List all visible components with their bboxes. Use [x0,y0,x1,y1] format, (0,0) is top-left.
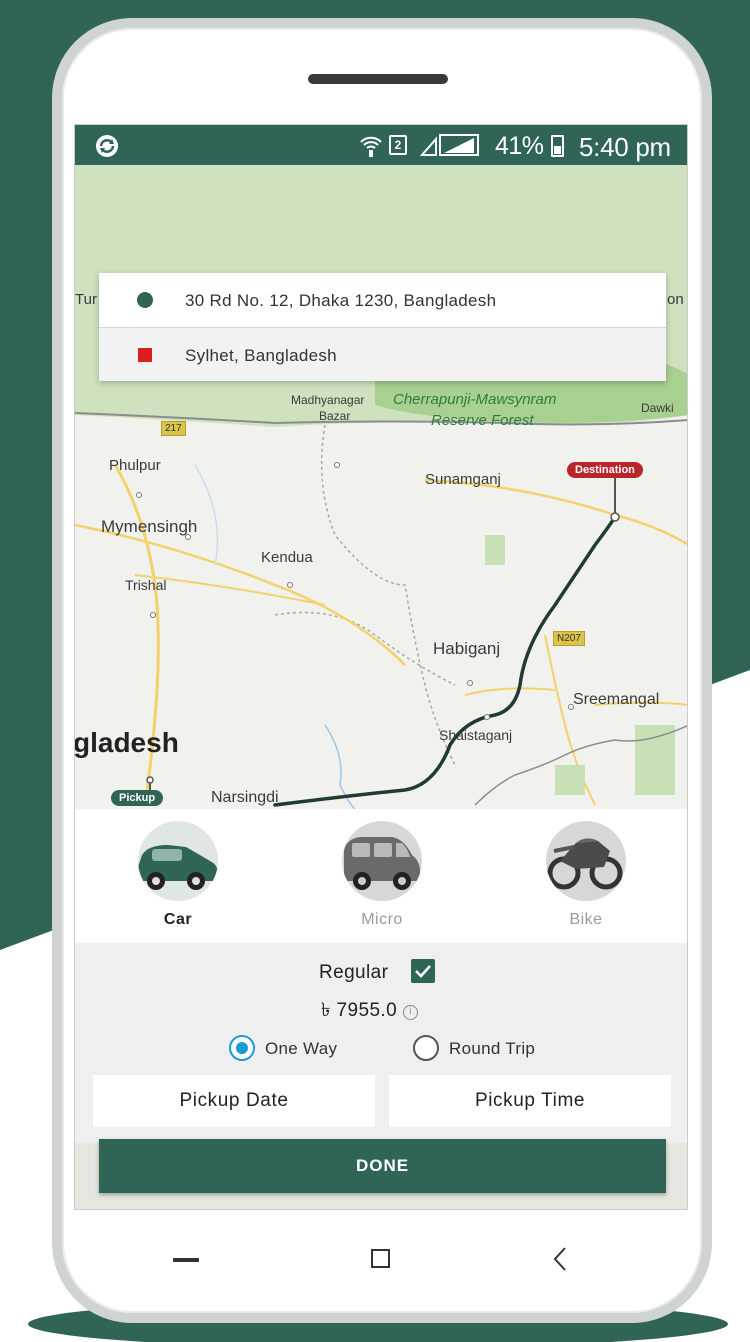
pickup-time-button[interactable]: Pickup Time [389,1075,671,1127]
map-label-bazar: Bazar [319,409,351,423]
map-label-on: on [667,291,684,308]
checkmark-icon [415,965,431,978]
destination-address-row[interactable]: Sylhet, Bangladesh [99,327,666,381]
car-icon [138,821,218,901]
map-label-mymensingh: Mymensingh [101,517,198,536]
fare-amount: ৳ 7955.0 [321,1000,398,1021]
phone-speaker [308,74,448,84]
map-label-narsingdi: Narsingdi [211,789,279,806]
sim-indicator: 2 [389,135,407,155]
vehicle-label-car: Car [163,911,193,928]
vehicle-label-micro: Micro [361,911,403,928]
destination-pin[interactable]: Destination [567,462,643,478]
nav-chevron-left-icon[interactable] [550,1246,570,1272]
vehicle-option-micro[interactable]: Micro [337,821,427,929]
wifi-icon [360,136,382,157]
status-bar: 2 41% 5:40 pm [75,125,687,165]
one-way-label: One Way [265,1039,338,1058]
nav-home-button[interactable] [371,1249,390,1268]
motorbike-icon [546,821,626,901]
map-label-tur: Tur [75,291,97,308]
route-map[interactable]: Tur on Madhyanagar Bazar Cherrapunji-Maw… [75,165,687,809]
info-icon[interactable]: i [403,1005,419,1020]
map-label-dawki: Dawki [641,401,674,415]
map-label-trishal: Trishal [125,577,167,593]
address-card: 30 Rd No. 12, Dhaka 1230, Bangladesh Syl… [99,273,666,381]
destination-address: Sylhet, Bangladesh [185,346,337,365]
vehicle-option-car[interactable]: Car [133,821,223,929]
app-screen: 2 41% 5:40 pm Tur on Madhyanagar Bazar C… [74,124,688,1210]
minivan-icon [342,821,422,901]
origin-address: 30 Rd No. 12, Dhaka 1230, Bangladesh [185,291,497,310]
round-trip-radio[interactable] [413,1035,439,1061]
map-label-country: gladesh [75,727,179,758]
regular-checkbox[interactable] [411,959,435,983]
pickup-pin[interactable]: Pickup [111,790,164,806]
one-way-radio[interactable] [229,1035,255,1061]
booking-options-panel: Regular ৳ 7955.0 i One Way Round Trip Pic… [75,943,687,1143]
map-label-kendua: Kendua [261,549,313,566]
road-shield-n207: N207 [553,631,585,646]
map-label-sunamganj: Sunamganj [425,471,501,488]
battery-icon [551,135,564,157]
signal-icon [420,134,479,156]
map-label-madhyanagar: Madhyanagar [291,393,365,407]
nav-back-button[interactable] [173,1258,199,1262]
regular-label: Regular [319,962,389,983]
done-button[interactable]: DONE [99,1139,666,1193]
fare-amount-row: ৳ 7955.0 i [321,996,419,1028]
origin-address-row[interactable]: 30 Rd No. 12, Dhaka 1230, Bangladesh [99,273,666,327]
destination-square-icon [138,348,152,362]
vehicle-selector: Car Micro Bike [75,809,687,943]
map-label-phulpur: Phulpur [109,457,161,474]
status-time: 5:40 pm [579,132,671,162]
map-label-cherrapunji: Cherrapunji-Mawsynram [393,391,557,408]
map-label-habiganj: Habiganj [433,639,501,658]
pickup-date-button[interactable]: Pickup Date [93,1075,375,1127]
origin-dot-icon [137,292,153,308]
map-graphics [75,165,687,809]
map-label-reserve-forest: Reserve Forest [431,412,534,429]
battery-percentage: 41% [495,132,544,160]
vehicle-option-bike[interactable]: Bike [541,821,631,929]
vehicle-label-bike: Bike [569,911,603,928]
road-shield-217: 217 [161,421,186,436]
map-label-shaistaganj: Shaistaganj [439,727,513,743]
map-label-sreemangal: Sreemangal [573,691,660,708]
sync-icon [96,135,118,157]
round-trip-label: Round Trip [449,1039,536,1058]
